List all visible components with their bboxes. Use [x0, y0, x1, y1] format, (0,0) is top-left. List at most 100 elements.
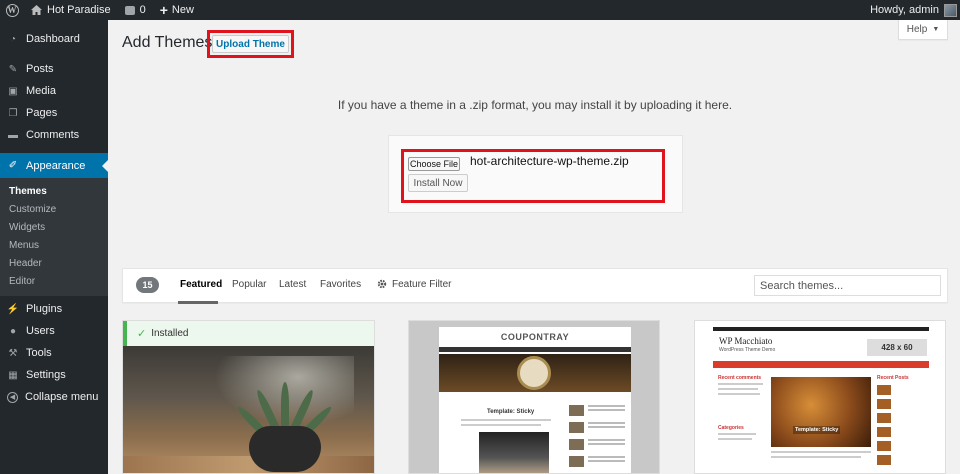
menu-label: Plugins	[26, 303, 63, 315]
menu-item-plugins[interactable]: ⚡ Plugins	[0, 298, 108, 320]
submenu-item-editor[interactable]: Editor	[0, 272, 108, 290]
menu-label: Users	[26, 325, 55, 337]
home-icon	[31, 5, 42, 15]
menu-item-settings[interactable]: ▦ Settings	[0, 364, 108, 386]
menu-label: Settings	[26, 369, 66, 381]
theme-sidebar	[569, 405, 625, 473]
clock-image	[517, 356, 551, 390]
collapse-menu-button[interactable]: ◀ Collapse menu	[0, 386, 108, 408]
tab-latest[interactable]: Latest	[279, 279, 306, 290]
line	[588, 405, 625, 407]
post-thumb	[569, 456, 584, 467]
menu-label: Posts	[26, 63, 54, 75]
theme-card-installed[interactable]: ✓ Installed	[122, 320, 375, 474]
post-thumb	[877, 385, 891, 395]
post-thumb	[877, 427, 891, 437]
tab-featured[interactable]: Featured	[180, 279, 222, 290]
avatar	[944, 3, 957, 17]
menu-item-dashboard[interactable]: ◔ Dashboard	[0, 28, 108, 50]
menu-label: Dashboard	[26, 33, 80, 45]
submenu-item-customize[interactable]: Customize	[0, 200, 108, 218]
feature-filter-button[interactable]: Feature Filter	[392, 279, 451, 290]
wordpress-menu[interactable]: W	[0, 0, 24, 20]
post-thumb	[569, 439, 584, 450]
sticky-post-title: Template: Sticky	[793, 426, 841, 434]
help-tab-button[interactable]: Help ▼	[898, 20, 948, 40]
installed-label: Installed	[151, 328, 189, 339]
line	[588, 439, 625, 441]
tab-favorites[interactable]: Favorites	[320, 279, 361, 290]
text-line	[461, 424, 541, 426]
post-thumb	[877, 399, 891, 409]
submenu-item-menus[interactable]: Menus	[0, 236, 108, 254]
account-menu[interactable]: Howdy, admin	[870, 3, 960, 17]
tab-popular[interactable]: Popular	[232, 279, 266, 290]
pages-icon: ❐	[8, 107, 18, 119]
site-name: Hot Paradise	[47, 4, 111, 16]
widget-heading: Recent Posts	[877, 375, 909, 381]
theme-count-badge: 15	[136, 277, 159, 293]
theme-logo: COUPONTRAY	[500, 332, 570, 342]
menu-item-media[interactable]: ▣ Media	[0, 80, 108, 102]
menu-item-users[interactable]: ● Users	[0, 320, 108, 342]
upload-theme-highlight	[207, 30, 294, 58]
collapse-label: Collapse menu	[25, 391, 99, 403]
site-name-link[interactable]: Hot Paradise	[24, 0, 118, 20]
installed-notice: ✓ Installed	[123, 321, 374, 346]
plant-leaf	[281, 382, 289, 427]
post-thumb	[877, 455, 891, 465]
new-content-link[interactable]: + New	[153, 0, 201, 20]
wrench-icon: ⚒	[8, 347, 18, 359]
sidebar-post	[569, 422, 625, 436]
post-thumb	[569, 405, 584, 416]
ad-placeholder: 428 x 60	[867, 339, 927, 356]
text-line	[461, 419, 551, 421]
menu-label: Media	[26, 85, 56, 97]
text-line	[718, 433, 756, 435]
checkmark-icon: ✓	[137, 328, 147, 340]
admin-bar: W Hot Paradise 0 + New Howdy, admin	[0, 0, 960, 20]
gear-icon	[377, 279, 387, 289]
theme-screenshot: WP Macchiato WordPress Theme Demo 428 x …	[713, 327, 929, 473]
theme-nav-bar	[439, 347, 631, 352]
post-thumb	[877, 413, 891, 423]
appearance-submenu: Themes Customize Widgets Menus Header Ed…	[0, 178, 108, 296]
page-title: Add Themes	[122, 34, 213, 51]
featured-food-image	[771, 377, 871, 447]
text-line	[718, 383, 763, 385]
comments-count: 0	[139, 4, 146, 16]
wooden-table	[123, 456, 374, 473]
caret-down-icon: ▼	[932, 26, 940, 33]
sidebar-post	[569, 439, 625, 453]
post-lines	[588, 422, 625, 436]
menu-label: Comments	[26, 129, 80, 141]
menu-item-posts[interactable]: ✎ Posts	[0, 58, 108, 80]
comments-link[interactable]: 0	[118, 0, 153, 20]
sidebar-post	[569, 456, 625, 470]
submenu-item-header[interactable]: Header	[0, 254, 108, 272]
theme-top-bar	[713, 327, 929, 331]
settings-icon: ▦	[8, 369, 18, 381]
active-tab-indicator	[178, 301, 218, 304]
menu-item-appearance[interactable]: ✐ Appearance	[0, 153, 108, 178]
post-thumb	[877, 441, 891, 451]
search-themes-input[interactable]	[754, 275, 941, 296]
theme-site-subtitle: WordPress Theme Demo	[719, 347, 776, 353]
sticky-post-title: Template: Sticky	[487, 409, 535, 415]
paintbrush-icon: ✐	[8, 160, 18, 171]
menu-item-pages[interactable]: ❐ Pages	[0, 102, 108, 124]
post-lines	[588, 405, 625, 419]
theme-card-wp-macchiato[interactable]: WP Macchiato WordPress Theme Demo 428 x …	[694, 320, 946, 474]
theme-card-coupontray[interactable]: COUPONTRAY Template: Sticky	[408, 320, 660, 474]
line	[588, 456, 625, 458]
text-line	[718, 438, 752, 440]
submenu-item-widgets[interactable]: Widgets	[0, 218, 108, 236]
comment-bubble-icon	[124, 5, 135, 15]
post-lines	[588, 456, 625, 470]
menu-item-comments[interactable]: ▬ Comments	[0, 124, 108, 146]
line	[588, 409, 625, 411]
submenu-item-themes[interactable]: Themes	[0, 182, 108, 200]
menu-item-tools[interactable]: ⚒ Tools	[0, 342, 108, 364]
dashboard-icon: ◔	[9, 33, 17, 45]
plant-pot	[249, 426, 321, 472]
